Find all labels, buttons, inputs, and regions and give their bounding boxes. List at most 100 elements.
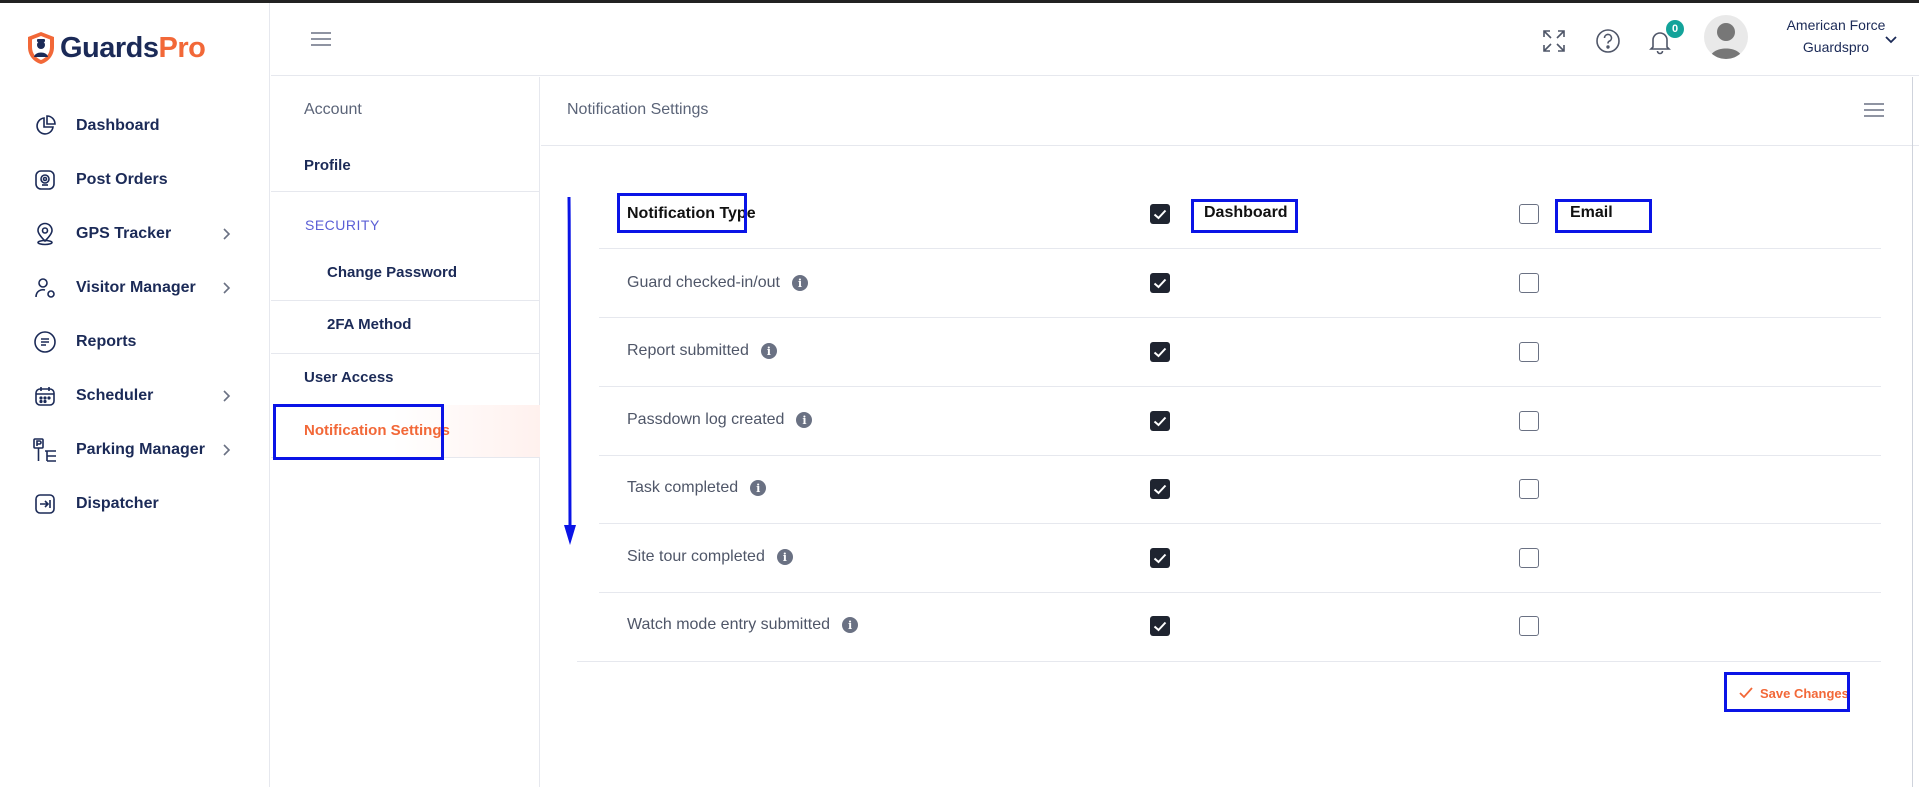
divider — [599, 455, 1881, 456]
divider — [271, 300, 540, 301]
row-email-checkbox[interactable] — [1519, 616, 1539, 636]
sidebar-item-post-orders[interactable]: Post Orders — [0, 153, 270, 207]
logo-text: GuardsPro — [60, 31, 206, 64]
sidebar-item-reports[interactable]: Reports — [0, 315, 270, 369]
row-email-checkbox[interactable] — [1519, 411, 1539, 431]
sidebar-item-label: Dashboard — [76, 117, 160, 134]
divider — [599, 523, 1881, 524]
row-label-site-tour: Site tour completed i — [627, 548, 793, 566]
sidebar-item-label: Reports — [76, 333, 137, 350]
check-icon — [1153, 278, 1167, 289]
help-icon[interactable] — [1594, 27, 1622, 55]
column-header-notification-type: Notification Type — [627, 205, 756, 222]
check-icon — [1739, 687, 1753, 699]
divider — [599, 386, 1881, 387]
sidebar: GuardsPro Dashboard Post Orders GPS Trac… — [0, 3, 270, 787]
column-header-dashboard: Dashboard — [1204, 204, 1288, 221]
sidebar-item-label: GPS Tracker — [76, 225, 172, 242]
fullscreen-icon[interactable] — [1540, 27, 1568, 55]
row-email-checkbox[interactable] — [1519, 479, 1539, 499]
notification-count-badge: 0 — [1666, 20, 1684, 38]
user-gear-icon — [32, 275, 58, 301]
submenu-item-profile[interactable]: Profile — [304, 157, 573, 174]
chevron-right-icon — [223, 444, 231, 456]
sidebar-item-dashboard[interactable]: Dashboard — [0, 99, 270, 153]
divider — [271, 353, 540, 354]
chevron-right-icon — [223, 390, 231, 402]
sidebar-nav: Dashboard Post Orders GPS Tracker Visito… — [0, 99, 270, 531]
badge-icon — [32, 167, 58, 193]
page-title: Notification Settings — [567, 101, 709, 118]
check-icon — [1153, 209, 1167, 220]
scrollbar[interactable] — [1912, 77, 1913, 787]
row-label-watch-mode: Watch mode entry submitted i — [627, 616, 859, 634]
info-icon[interactable]: i — [776, 549, 793, 565]
chevron-down-icon[interactable] — [1883, 31, 1899, 47]
check-icon — [1153, 416, 1167, 427]
info-icon[interactable]: i — [760, 343, 777, 359]
avatar[interactable] — [1704, 15, 1748, 59]
check-icon — [1153, 484, 1167, 495]
sidebar-item-label: Scheduler — [76, 387, 154, 404]
sidebar-item-gps-tracker[interactable]: GPS Tracker — [0, 207, 270, 261]
row-dashboard-checkbox[interactable] — [1150, 616, 1170, 636]
info-icon[interactable]: i — [796, 412, 813, 428]
dispatch-icon — [32, 491, 58, 517]
calendar-icon — [32, 383, 58, 409]
divider — [599, 592, 1881, 593]
save-changes-button[interactable]: Save Changes — [1724, 675, 1863, 711]
info-icon[interactable]: i — [842, 617, 859, 633]
info-icon[interactable]: i — [750, 480, 767, 496]
parking-icon — [32, 437, 58, 463]
row-email-checkbox[interactable] — [1519, 273, 1539, 293]
sidebar-item-label: Dispatcher — [76, 495, 159, 512]
row-label-task-completed: Task completed i — [627, 479, 767, 497]
divider — [271, 457, 540, 458]
row-dashboard-checkbox[interactable] — [1150, 548, 1170, 568]
main-panel: Notification Settings Notification Type … — [541, 77, 1919, 787]
column-header-email: Email — [1570, 204, 1613, 221]
logo[interactable]: GuardsPro — [26, 31, 206, 65]
check-icon — [1153, 347, 1167, 358]
row-label-report-submitted: Report submitted i — [627, 342, 777, 360]
submenu-account-heading: Account — [304, 101, 362, 118]
dashboard-all-checkbox[interactable] — [1150, 204, 1170, 224]
row-dashboard-checkbox[interactable] — [1150, 479, 1170, 499]
submenu-item-notification-settings[interactable]: Notification Settings — [304, 422, 573, 439]
row-dashboard-checkbox[interactable] — [1150, 273, 1170, 293]
location-pin-icon — [32, 221, 58, 247]
submenu-item-user-access[interactable]: User Access — [304, 369, 573, 386]
chevron-right-icon — [223, 282, 231, 294]
sidebar-item-visitor-manager[interactable]: Visitor Manager — [0, 261, 270, 315]
sidebar-item-scheduler[interactable]: Scheduler — [0, 369, 270, 423]
row-label-passdown-log: Passdown log created i — [627, 411, 813, 429]
sidebar-item-label: Post Orders — [76, 171, 168, 188]
hamburger-menu-icon[interactable] — [309, 29, 333, 49]
sidebar-item-label: Parking Manager — [76, 441, 205, 458]
divider — [599, 317, 1881, 318]
user-silhouette-icon — [1710, 23, 1742, 59]
row-email-checkbox[interactable] — [1519, 342, 1539, 362]
divider — [271, 191, 540, 192]
down-arrow-annotation — [564, 196, 576, 545]
menu-icon[interactable] — [1863, 101, 1885, 119]
chevron-right-icon — [223, 228, 231, 240]
check-icon — [1153, 553, 1167, 564]
row-label-guard-checked: Guard checked-in/out i — [627, 274, 808, 292]
sidebar-item-dispatcher[interactable]: Dispatcher — [0, 477, 270, 531]
shield-logo-icon — [28, 32, 54, 64]
submenu-security-heading[interactable]: SECURITY — [305, 217, 574, 233]
row-dashboard-checkbox[interactable] — [1150, 342, 1170, 362]
check-icon — [1153, 621, 1167, 632]
sidebar-item-parking-manager[interactable]: Parking Manager — [0, 423, 270, 477]
pie-chart-icon — [32, 113, 58, 139]
row-email-checkbox[interactable] — [1519, 548, 1539, 568]
info-icon[interactable]: i — [791, 275, 808, 291]
sidebar-item-label: Visitor Manager — [76, 279, 196, 296]
settings-submenu: Account Profile SECURITY Change Password… — [271, 77, 540, 787]
divider — [599, 248, 1881, 249]
row-dashboard-checkbox[interactable] — [1150, 411, 1170, 431]
divider — [577, 661, 1881, 662]
email-all-checkbox[interactable] — [1519, 204, 1539, 224]
save-changes-label: Save Changes — [1760, 685, 1849, 701]
